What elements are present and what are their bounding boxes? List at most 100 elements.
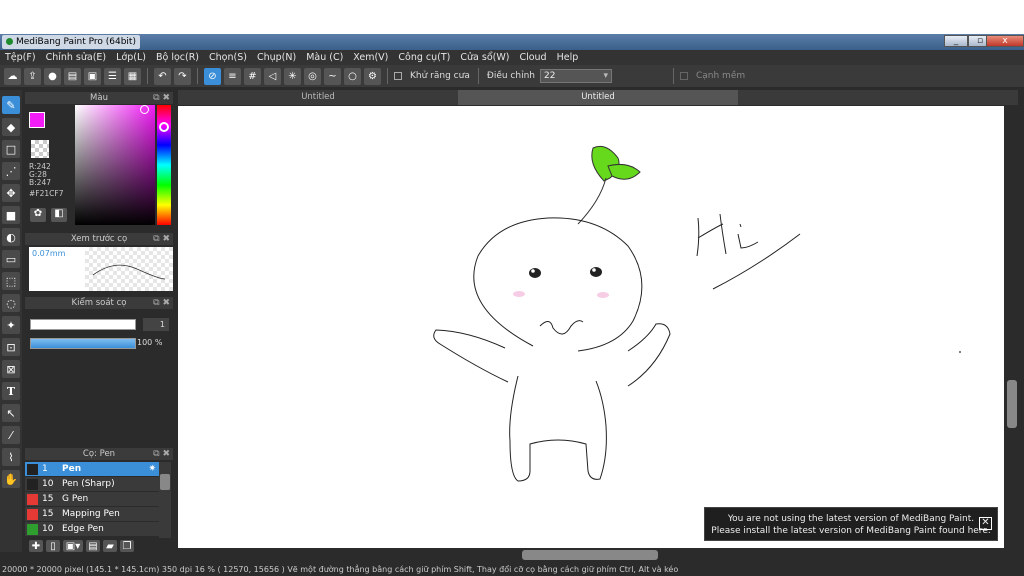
gradient-tool-icon[interactable]: ▭ [2,250,20,268]
brush-size-slider[interactable] [30,319,136,330]
lasso-tool-icon[interactable]: ◌ [2,294,20,312]
brush-item[interactable]: 10 Pen (Sharp) [25,477,159,492]
menu-tools[interactable]: Công cụ(T) [393,52,455,63]
no-snap-icon[interactable]: ⊘ [204,67,221,85]
horizontal-scroll-thumb[interactable] [522,550,658,560]
radial-snap-icon[interactable]: ✳ [284,67,301,85]
menu-help[interactable]: Help [552,52,584,63]
brush-item[interactable]: 15 Mapping Pen [25,507,159,522]
brush-size-value[interactable]: 1 [143,318,169,331]
brush-item[interactable]: 1 Pen ✷ [25,462,159,477]
minimize-button[interactable]: _ [944,35,968,47]
settings-icon[interactable]: ⚙ [364,67,381,85]
brush-list-scrollbar[interactable] [159,462,171,538]
fill-rect-tool-icon[interactable]: ■ [2,206,20,224]
select-eraser-tool-icon[interactable]: ⊠ [2,360,20,378]
eye-highlight [531,269,535,273]
operation-tool-icon[interactable]: ↖ [2,404,20,422]
bucket-tool-icon[interactable]: ◐ [2,228,20,246]
vertical-scroll-thumb[interactable] [1007,380,1017,428]
select-pen-tool-icon[interactable]: ⊡ [2,338,20,356]
menu-file[interactable]: Tệp(F) [0,52,41,63]
tab-untitled-1[interactable]: Untitled [178,90,458,105]
notification-line2: Please install the latest version of Med… [711,526,991,536]
upload-icon[interactable]: ⇪ [24,67,41,85]
select-rect-tool-icon[interactable]: ⬚ [2,272,20,290]
menu-filter[interactable]: Bộ lọc(R) [151,52,204,63]
panel-close-icon[interactable]: ⧉ ✖ [153,448,170,460]
brush-settings-icon[interactable]: ✷ [148,464,156,474]
soft-edge-label: Cạnh mềm [695,71,746,81]
color-panel: Màu ⧉ ✖ R:242 G:28 B:247 #F21CF7 ✿ ◧ [25,92,173,230]
vertical-scrollbar[interactable] [1006,106,1018,548]
panel-close-icon[interactable]: ⧉ ✖ [153,92,170,104]
close-button[interactable]: x [986,35,1024,47]
menu-cloud[interactable]: Cloud [514,52,551,63]
shape-tool-icon[interactable]: □ [2,140,20,158]
transparent-swatch[interactable] [31,140,49,158]
notification-close-icon[interactable]: ✕ [979,517,992,530]
brush-opacity-slider[interactable] [30,338,136,349]
menu-layer[interactable]: Lớp(L) [111,52,151,63]
update-notification[interactable]: You are not using the latest version of … [704,507,998,541]
redo-icon[interactable]: ↷ [174,67,191,85]
circle-snap-icon[interactable]: ◎ [304,67,321,85]
panel-close-icon[interactable]: ⧉ ✖ [153,233,170,245]
antialias-checkbox[interactable] [394,72,402,80]
saturation-value-picker[interactable] [75,105,155,225]
chat-icon[interactable]: ▤ [64,67,81,85]
window-titlebar [0,34,1024,50]
brush-item[interactable]: 10 Edge Pen [25,522,159,537]
curve-snap-icon[interactable]: ~ [324,67,341,85]
menu-edit[interactable]: Chỉnh sửa(E) [41,52,112,63]
toolbar-separator [477,68,479,84]
antialias-label: Khử răng cưa [410,71,470,81]
brush-list-scroll-thumb[interactable] [160,474,170,490]
menu-view[interactable]: Xem(V) [348,52,393,63]
palette-icon[interactable]: ✿ [30,208,46,222]
cloud-icon[interactable]: ☁ [4,67,21,85]
canvas-drawing [433,145,961,482]
panel-close-icon[interactable]: ⧉ ✖ [153,297,170,309]
undo-icon[interactable]: ↶ [154,67,171,85]
drawing-canvas[interactable] [178,106,1004,548]
tab-untitled-2[interactable]: Untitled [458,90,738,105]
grid-snap-icon[interactable]: # [244,67,261,85]
dot-tool-icon[interactable]: ⋰ [2,162,20,180]
color-history-icon[interactable]: ◧ [51,208,67,222]
brush-tool-icon[interactable]: ✎ [2,96,20,114]
hand-tool-icon[interactable]: ✋ [2,470,20,488]
adjust-select[interactable]: 22 [539,69,612,83]
blush-left [513,291,525,297]
current-color-swatch[interactable] [29,112,45,128]
folder-icon[interactable]: ▰ [103,540,117,552]
duplicate-brush-icon[interactable]: ❐ [120,540,134,552]
ellipse-snap-icon[interactable]: ○ [344,67,361,85]
brush-menu-icon[interactable]: ▣▾ [63,540,83,552]
menu-capture[interactable]: Chụp(N) [252,52,301,63]
new-brush-icon[interactable]: ▯ [46,540,60,552]
add-brush-icon[interactable]: ✚ [29,540,43,552]
panel-icon[interactable]: ▦ [124,67,141,85]
perspective-snap-icon[interactable]: ◁ [264,67,281,85]
menu-window[interactable]: Cửa sổ(W) [455,52,514,63]
brush-size-label: 0.07mm [32,249,66,258]
magic-wand-tool-icon[interactable]: ✦ [2,316,20,334]
eyedropper-tool-icon[interactable]: ⌇ [2,448,20,466]
soft-edge-checkbox[interactable] [679,72,688,80]
adjust-label: Điều chỉnh [486,71,535,81]
list-icon[interactable]: ☰ [104,67,121,85]
text-tool-icon[interactable]: T [2,382,20,400]
menu-select[interactable]: Chọn(S) [204,52,252,63]
horizontal-scrollbar[interactable] [178,549,1004,561]
brush-item[interactable]: 15 G Pen [25,492,159,507]
move-tool-icon[interactable]: ✥ [2,184,20,202]
comment-icon[interactable]: ● [44,67,61,85]
toolbar-separator [387,68,388,84]
menu-color[interactable]: Màu (C) [301,52,348,63]
document-icon[interactable]: ▣ [84,67,101,85]
copy-brush-icon[interactable]: ▤ [86,540,100,552]
parallel-snap-icon[interactable]: ≡ [224,67,241,85]
eraser-tool-icon[interactable]: ◆ [2,118,20,136]
divide-tool-icon[interactable]: ⁄ [2,426,20,444]
